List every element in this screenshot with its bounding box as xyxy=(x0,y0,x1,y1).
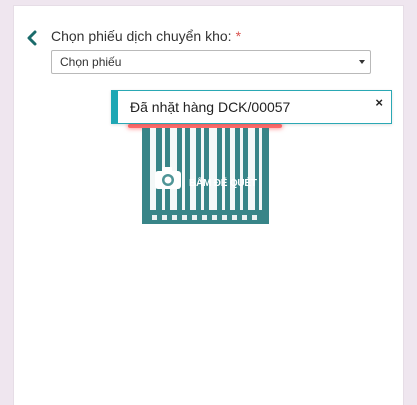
scan-label: BẤM ĐỂ QUÉT xyxy=(189,178,257,189)
scan-button[interactable]: BẤM ĐỂ QUÉT xyxy=(142,128,269,224)
back-button[interactable] xyxy=(25,30,39,46)
field-label-text: Chọn phiếu dịch chuyển kho: xyxy=(51,28,232,44)
notification-message: Đã nhặt hàng DCK/00057 xyxy=(130,99,291,115)
notification-toast: Đã nhặt hàng DCK/00057 × xyxy=(111,90,392,124)
chevron-left-icon xyxy=(27,30,37,46)
camera-icon xyxy=(155,167,181,189)
caret-down-icon xyxy=(359,60,365,64)
field-label: Chọn phiếu dịch chuyển kho: * xyxy=(51,28,241,44)
picking-select[interactable]: Chọn phiếu xyxy=(51,50,371,74)
required-mark: * xyxy=(235,28,242,44)
select-value: Chọn phiếu xyxy=(60,55,122,69)
close-icon[interactable]: × xyxy=(375,96,383,109)
